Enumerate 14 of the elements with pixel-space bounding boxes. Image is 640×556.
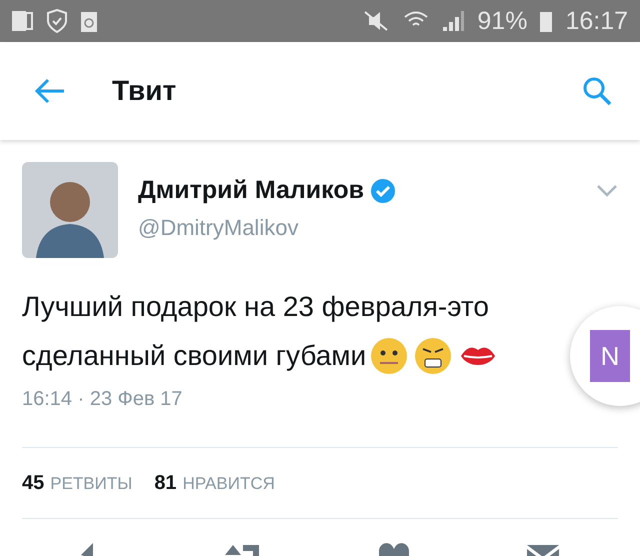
floating-app-bubble[interactable]: N	[570, 306, 640, 406]
notebook-tile: N	[590, 330, 630, 382]
stat-label[interactable]: НРАВИТСЯ	[182, 474, 275, 492]
tweet-text: сделанный своими губами	[22, 339, 366, 373]
stat-count: 81	[154, 472, 177, 494]
tweet-text: Лучший подарок на 23 февраля-это	[22, 290, 489, 324]
stat-label[interactable]: РЕТВИТЫ	[50, 474, 132, 492]
stat-count: 45	[22, 472, 44, 494]
tweet-timestamp: 16:14 · 23 Фев 17	[22, 388, 184, 411]
clock-time: 16:17	[565, 6, 628, 36]
author-handle: @DmitryMalikov	[138, 215, 300, 241]
page-title: Твит	[112, 75, 178, 107]
battery-percentage: 91%	[477, 6, 528, 36]
author-name[interactable]: Дмитрий Маликов	[138, 176, 364, 205]
